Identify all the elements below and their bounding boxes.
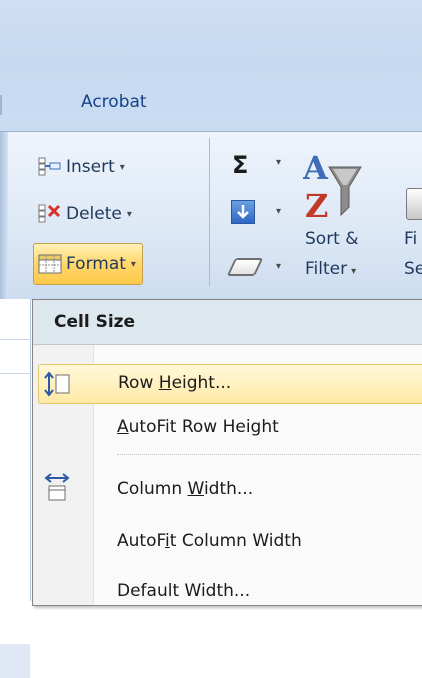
chevron-down-icon[interactable]: ▾: [276, 261, 281, 272]
label-part: eight...: [171, 373, 232, 393]
autofit-column-width-label: AutoFit Column Width: [117, 531, 302, 551]
find-select-icon[interactable]: [406, 188, 422, 220]
cell-size-heading: Cell Size: [54, 312, 136, 332]
grid-line: [0, 339, 30, 340]
format-cells-icon: [38, 253, 62, 275]
group-separator: [209, 138, 210, 286]
chevron-down-icon: ▾: [130, 258, 136, 270]
sort-filter-label[interactable]: Sort &: [305, 229, 359, 249]
access-key: W: [187, 479, 204, 499]
ribbon-tab-strip: Acrobat: [0, 0, 422, 131]
menu-item-autofit-column-width[interactable]: AutoFit Column Width: [33, 522, 422, 562]
tab-separator: [0, 95, 2, 115]
sheet-left-strip: [0, 299, 31, 678]
default-width-label: Default Width...: [117, 581, 251, 601]
delete-button[interactable]: Delete ▾: [38, 197, 132, 231]
label-part: AutoF: [117, 531, 166, 551]
find-select-label-2[interactable]: Se: [404, 259, 422, 279]
chevron-down-icon: ▾: [119, 161, 125, 173]
grid-line: [0, 373, 30, 374]
access-key: A: [117, 417, 129, 437]
chevron-down-icon: ▾: [351, 266, 357, 277]
fill-down-icon[interactable]: [231, 200, 255, 224]
sort-filter-label-2[interactable]: Filter ▾: [305, 259, 356, 279]
format-dropdown-menu: Cell Size Row Height... AutoFit Row Heig…: [32, 299, 422, 606]
ribbon-left-edge: [0, 132, 8, 300]
label-part: idth...: [203, 479, 254, 499]
row-height-icon: [43, 371, 71, 397]
autosum-icon[interactable]: Σ: [232, 151, 248, 179]
menu-separator: [117, 454, 422, 455]
column-header-strip: [0, 644, 30, 678]
menu-section-header: Cell Size: [33, 300, 422, 345]
chevron-down-icon[interactable]: ▾: [276, 157, 281, 168]
menu-item-autofit-row-height[interactable]: AutoFit Row Height: [33, 408, 422, 448]
tab-acrobat[interactable]: Acrobat: [81, 92, 147, 112]
column-width-icon: [43, 472, 71, 501]
autofit-row-height-label: AutoFit Row Height: [117, 417, 279, 437]
svg-text:Z: Z: [305, 187, 328, 225]
delete-cells-icon: [38, 203, 62, 225]
row-height-label: Row Height...: [118, 373, 231, 393]
insert-button[interactable]: Insert ▾: [38, 150, 125, 184]
delete-label: Delete: [66, 204, 122, 224]
label-part: utoFit Row Height: [128, 417, 279, 437]
menu-item-default-width[interactable]: Default Width...: [33, 572, 422, 612]
format-button[interactable]: Format ▾: [33, 243, 143, 285]
label-part: t Column Width: [169, 531, 302, 551]
label-part: Row: [118, 373, 159, 393]
insert-cells-icon: [38, 156, 62, 178]
format-label: Format: [66, 254, 126, 274]
chevron-down-icon[interactable]: ▾: [276, 206, 281, 217]
find-select-label[interactable]: Fi: [404, 229, 417, 249]
access-key: H: [158, 373, 172, 393]
column-width-label: Column Width...: [117, 479, 253, 499]
sort-filter-icon[interactable]: A Z: [302, 145, 363, 225]
chevron-down-icon: ▾: [126, 208, 132, 220]
menu-item-row-height[interactable]: Row Height...: [38, 364, 422, 404]
label-part: Column: [117, 479, 188, 499]
menu-item-column-width[interactable]: Column Width...: [33, 470, 422, 510]
filter-text: Filter: [305, 259, 348, 279]
insert-label: Insert: [66, 157, 115, 177]
svg-text:A: A: [303, 149, 329, 187]
